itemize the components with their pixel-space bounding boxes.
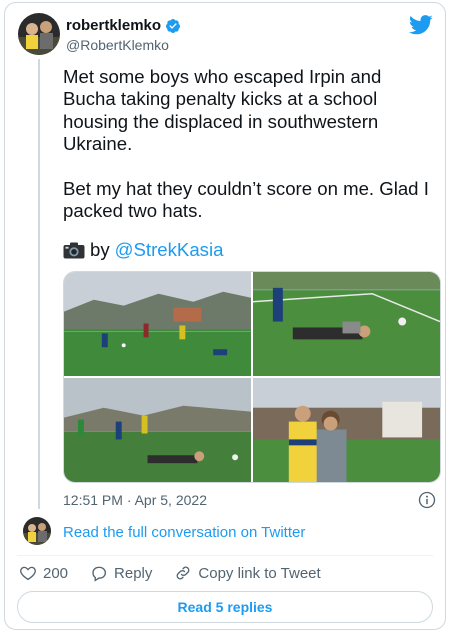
like-button[interactable]: 200 bbox=[19, 564, 68, 582]
read-replies-button[interactable]: Read 5 replies bbox=[17, 591, 433, 623]
author-avatar[interactable] bbox=[18, 13, 60, 55]
credit-prefix: by bbox=[90, 239, 110, 260]
like-count: 200 bbox=[43, 564, 69, 582]
media-grid bbox=[63, 271, 441, 483]
photo-2[interactable] bbox=[253, 272, 440, 376]
photo-credit: by @StrekKasia bbox=[63, 239, 223, 261]
read-conversation-link[interactable]: Read the full conversation on Twitter bbox=[63, 524, 305, 541]
tweet-card: robertklemko @RobertKlemko Met some boys… bbox=[4, 2, 446, 630]
divider bbox=[17, 555, 433, 556]
info-icon[interactable] bbox=[418, 491, 436, 509]
reply-button[interactable]: Reply bbox=[90, 564, 152, 582]
copy-link-label: Copy link to Tweet bbox=[198, 564, 321, 582]
conversation-avatar bbox=[23, 517, 51, 545]
copy-link-button[interactable]: Copy link to Tweet bbox=[174, 564, 321, 582]
action-bar: 200 Reply Copy link to Tweet bbox=[19, 564, 343, 582]
verified-badge-icon bbox=[166, 18, 181, 33]
thread-line bbox=[38, 59, 40, 509]
heart-icon bbox=[20, 566, 36, 581]
photo-4[interactable] bbox=[253, 378, 440, 482]
camera-icon bbox=[63, 242, 85, 258]
credit-link[interactable]: @StrekKasia bbox=[115, 239, 224, 261]
author-name[interactable]: robertklemko bbox=[66, 17, 161, 34]
author-handle[interactable]: @RobertKlemko bbox=[66, 37, 169, 53]
reply-label: Reply bbox=[114, 564, 153, 582]
link-icon bbox=[176, 566, 190, 580]
photo-1[interactable] bbox=[64, 272, 251, 376]
tweet-text: Met some boys who escaped Irpin and Buch… bbox=[63, 66, 429, 222]
photo-3[interactable] bbox=[64, 378, 251, 482]
tweet-timestamp[interactable]: 12:51 PM · Apr 5, 2022 bbox=[63, 492, 207, 508]
twitter-bird-icon[interactable] bbox=[409, 15, 433, 35]
reply-icon bbox=[92, 566, 107, 582]
